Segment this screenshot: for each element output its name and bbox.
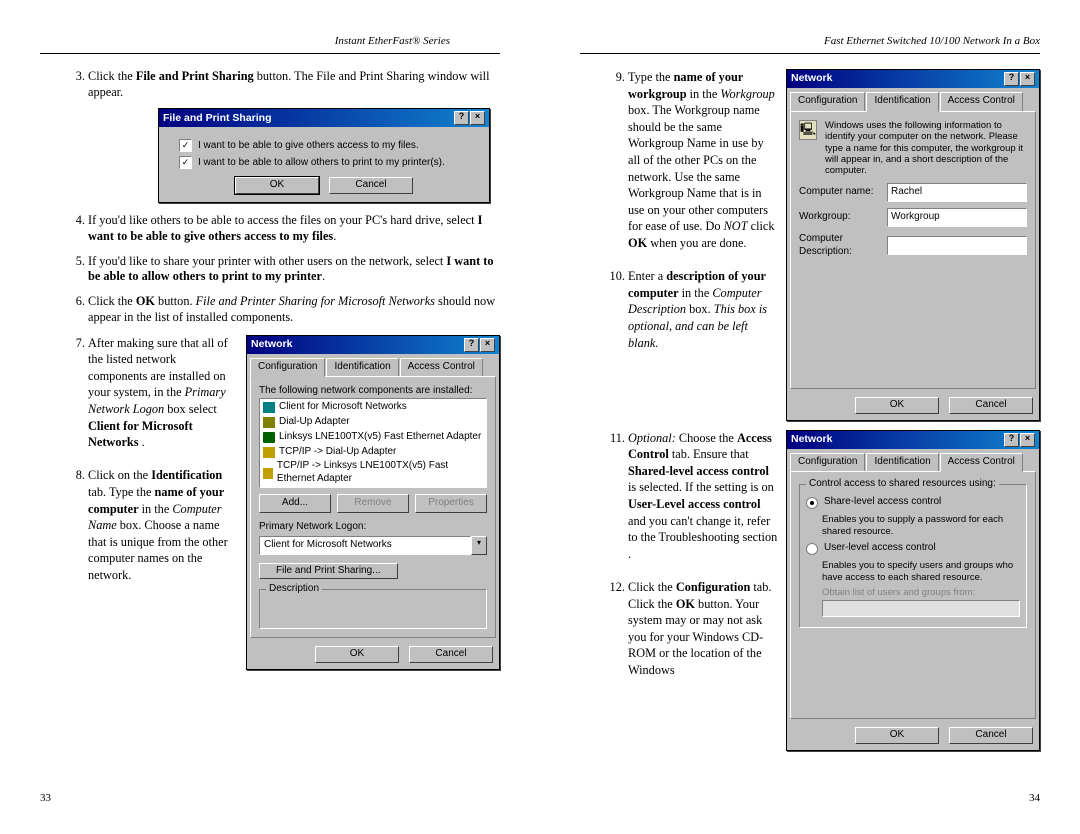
workgroup-field[interactable]: Workgroup <box>887 208 1027 227</box>
close-icon[interactable]: × <box>1020 72 1035 86</box>
step-3: Click the File and Print Sharing button.… <box>88 69 500 203</box>
step-4: If you'd like others to be able to acces… <box>88 213 500 244</box>
ok-button[interactable]: OK <box>315 646 399 663</box>
step-6: Click the OK button. File and Printer Sh… <box>88 294 500 325</box>
page-34: Fast Ethernet Switched 10/100 Network In… <box>540 0 1080 834</box>
close-icon[interactable]: × <box>1020 433 1035 447</box>
cancel-button[interactable]: Cancel <box>949 727 1033 744</box>
protocol-icon <box>263 468 273 479</box>
titlebar: File and Print Sharing ? × <box>159 109 489 127</box>
ok-button[interactable]: OK <box>855 727 939 744</box>
protocol-icon <box>263 447 275 458</box>
help-icon[interactable]: ? <box>464 338 479 352</box>
page-number: 34 <box>1029 792 1040 804</box>
close-icon[interactable]: × <box>480 338 495 352</box>
help-icon[interactable]: ? <box>1004 433 1019 447</box>
radio-user-level[interactable]: User-level access control <box>806 542 1020 555</box>
instruction-list: Click the File and Print Sharing button.… <box>40 69 500 670</box>
step-5: If you'd like to share your printer with… <box>88 254 500 285</box>
help-icon[interactable]: ? <box>1004 72 1019 86</box>
ok-button[interactable]: OK <box>855 397 939 414</box>
page-number: 33 <box>40 792 51 804</box>
checkbox-share-files[interactable]: ✓I want to be able to give others access… <box>179 139 481 152</box>
computer-icon: 🖳 <box>799 120 817 140</box>
network-access-control-dialog: Network ?× Configuration Identification … <box>786 430 1040 752</box>
radio-share-level[interactable]: Share-level access control <box>806 496 1020 509</box>
tab-identification[interactable]: Identification <box>326 358 398 377</box>
step-11: Optional: Choose the Access Control tab.… <box>628 430 1040 752</box>
tab-configuration[interactable]: Configuration <box>790 92 865 111</box>
check-icon: ✓ <box>179 156 192 169</box>
step-9: Type the name of your workgroup in the W… <box>628 69 1040 421</box>
network-config-dialog: Network ?× Configuration Identification … <box>246 335 500 671</box>
page-33: Instant EtherFast® Series Click the File… <box>0 0 540 834</box>
file-print-sharing-button[interactable]: File and Print Sharing... <box>259 563 398 580</box>
check-icon: ✓ <box>179 139 192 152</box>
tab-identification[interactable]: Identification <box>866 453 938 472</box>
header-left: Instant EtherFast® Series <box>40 35 500 47</box>
help-icon[interactable]: ? <box>454 111 469 125</box>
checkbox-share-printer[interactable]: ✓I want to be able to allow others to pr… <box>179 156 481 169</box>
file-print-sharing-dialog: File and Print Sharing ? × ✓I want to be… <box>158 108 490 203</box>
network-identification-dialog: Network ?× Configuration Identification … <box>786 69 1040 421</box>
adapter-icon <box>263 432 275 443</box>
tab-access-control[interactable]: Access Control <box>940 92 1023 111</box>
description-field[interactable] <box>887 236 1027 255</box>
tab-identification[interactable]: Identification <box>866 92 938 112</box>
radio-icon <box>806 497 818 509</box>
cancel-button[interactable]: Cancel <box>949 397 1033 414</box>
ok-button[interactable]: OK <box>235 177 319 194</box>
components-listbox[interactable]: Client for Microsoft Networks Dial-Up Ad… <box>259 398 487 488</box>
cancel-button[interactable]: Cancel <box>329 177 413 194</box>
header-right: Fast Ethernet Switched 10/100 Network In… <box>580 35 1040 47</box>
tab-configuration[interactable]: Configuration <box>790 453 865 472</box>
cancel-button[interactable]: Cancel <box>409 646 493 663</box>
rule <box>40 53 500 54</box>
tab-access-control[interactable]: Access Control <box>940 453 1023 473</box>
adapter-icon <box>263 417 275 428</box>
chevron-down-icon[interactable]: ▾ <box>471 536 487 555</box>
primary-logon-combo[interactable]: Client for Microsoft Networks ▾ <box>259 536 487 555</box>
remove-button[interactable]: Remove <box>337 494 409 513</box>
computer-name-field[interactable]: Rachel <box>887 183 1027 202</box>
close-icon[interactable]: × <box>470 111 485 125</box>
add-button[interactable]: Add... <box>259 494 331 513</box>
step-7: After making sure that all of the listed… <box>88 335 500 671</box>
tab-access-control[interactable]: Access Control <box>400 358 483 377</box>
radio-icon <box>806 543 818 555</box>
tab-configuration[interactable]: Configuration <box>250 358 325 378</box>
properties-button[interactable]: Properties <box>415 494 487 513</box>
instruction-list: Type the name of your workgroup in the W… <box>580 69 1040 751</box>
user-source-field <box>822 600 1020 617</box>
client-icon <box>263 402 275 413</box>
